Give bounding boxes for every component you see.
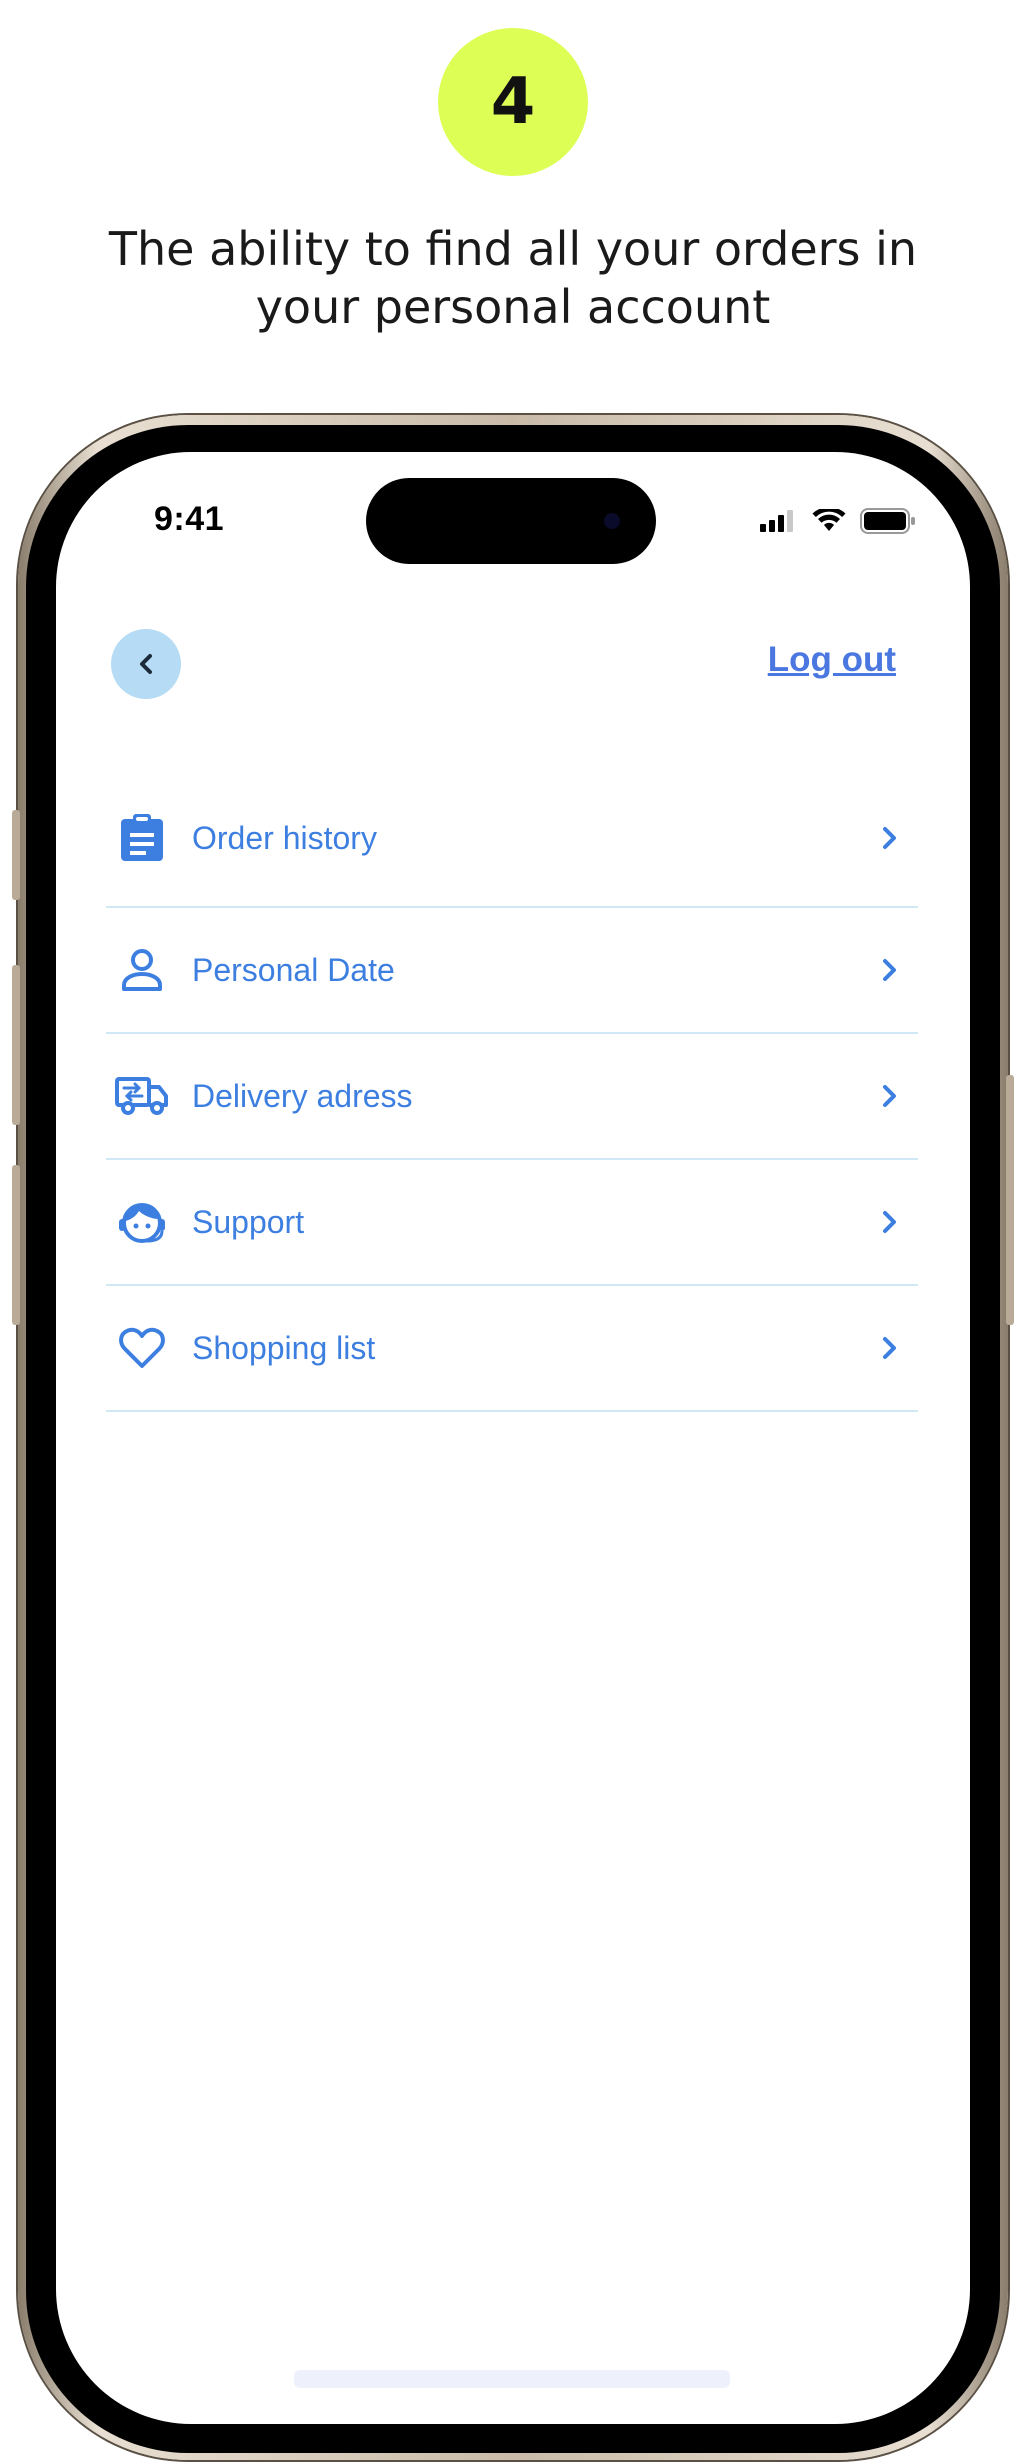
menu-item-support[interactable]: Support [106,1160,918,1286]
chevron-left-icon [140,654,152,674]
dynamic-island [366,478,656,564]
support-agent-icon [114,1194,170,1250]
mute-switch [12,810,20,900]
step-number-badge: 4 [438,28,588,176]
feature-caption: The ability to find all your orders in y… [108,222,918,334]
home-indicator[interactable] [294,2370,730,2388]
menu-item-delivery-address[interactable]: Delivery adress [106,1034,918,1160]
chevron-right-icon [883,1085,896,1107]
menu-item-label: Support [192,1203,305,1240]
menu-item-label: Shopping list [192,1329,376,1366]
volume-down-button [12,1165,20,1325]
clipboard-icon [114,810,170,866]
step-number: 4 [490,65,536,139]
menu-item-shopping-list[interactable]: Shopping list [106,1286,918,1412]
person-icon [114,942,170,998]
chevron-right-icon [883,1211,896,1233]
menu-item-label: Personal Date [192,951,395,988]
logout-link[interactable]: Log out [768,640,896,680]
menu-item-personal-date[interactable]: Personal Date [106,908,918,1034]
account-menu: Order history Personal Date Delivery adr… [106,770,918,1412]
chevron-right-icon [883,959,896,981]
power-button [1006,1075,1014,1325]
chevron-right-icon [883,827,896,849]
menu-item-order-history[interactable]: Order history [106,770,918,908]
menu-item-label: Order history [192,819,377,856]
chevron-right-icon [883,1337,896,1359]
phone-screen: 9:41 Log out Order history Personal Date [56,452,970,2424]
heart-icon [114,1320,170,1376]
wifi-icon [812,506,846,538]
camera-dot [604,513,620,529]
menu-item-label: Delivery adress [192,1077,413,1114]
volume-up-button [12,965,20,1125]
status-icons [760,506,916,539]
battery-icon [860,508,916,539]
truck-icon [114,1068,170,1124]
back-button[interactable] [111,629,181,699]
signal-icon [760,510,798,537]
status-time: 9:41 [154,500,225,538]
